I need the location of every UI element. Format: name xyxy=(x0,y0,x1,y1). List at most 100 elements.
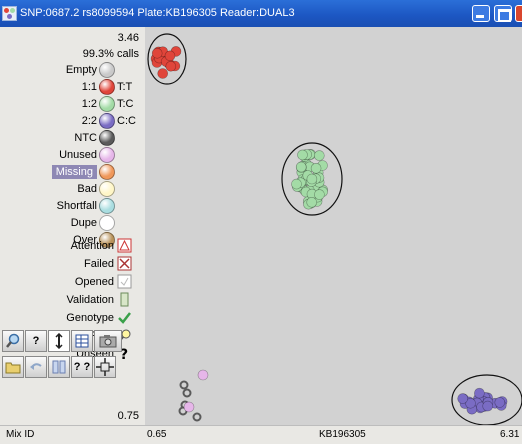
data-point-cc[interactable] xyxy=(457,393,469,404)
legend-item[interactable]: 1:2 T:C xyxy=(82,95,139,112)
warning-icon xyxy=(116,237,133,254)
legend-swatch-icon xyxy=(99,163,115,180)
mix-id-label: Mix ID xyxy=(6,429,35,440)
expand-icon xyxy=(96,358,114,376)
legend-label: Missing xyxy=(51,164,97,179)
open-button[interactable] xyxy=(2,356,24,378)
open-icon xyxy=(116,273,133,290)
legend-swatch-icon xyxy=(99,180,115,197)
legend-swatch-icon xyxy=(99,112,115,129)
plate-label: KB196305 xyxy=(319,429,366,440)
x-icon xyxy=(116,255,133,272)
data-point-cc[interactable] xyxy=(482,400,494,412)
data-point-tc[interactable] xyxy=(310,163,322,174)
legend-item[interactable]: Empty xyxy=(66,61,115,78)
legend-item[interactable]: 2:2 C:C xyxy=(82,112,139,129)
status-label: Attention xyxy=(70,239,114,252)
grid-icon xyxy=(75,334,89,348)
legend-item[interactable]: Unused xyxy=(59,146,115,163)
check-icon xyxy=(116,309,133,326)
scatter-plot[interactable] xyxy=(145,27,522,425)
x-min-label: 0.65 xyxy=(147,429,167,440)
grid-button[interactable] xyxy=(71,330,93,352)
status-item[interactable]: Failed xyxy=(84,255,133,272)
minimize-button[interactable] xyxy=(472,5,490,22)
cluster-plot[interactable] xyxy=(145,27,522,425)
zoom-icon xyxy=(6,333,20,348)
data-point-tt[interactable] xyxy=(165,60,177,72)
camera-button[interactable] xyxy=(94,330,122,352)
zoom-button[interactable] xyxy=(2,330,24,352)
status-bar: Mix ID 0.65 KB196305 6.31 xyxy=(0,425,522,444)
data-point-cc[interactable] xyxy=(494,397,506,408)
legend-item[interactable]: NTC xyxy=(74,129,115,146)
maximize-button[interactable] xyxy=(494,5,512,22)
legend-label: 1:1 xyxy=(81,80,97,93)
legend-swatch-icon xyxy=(99,214,115,231)
legend-item[interactable]: Bad xyxy=(77,180,115,197)
legend-label: 2:2 xyxy=(81,114,97,127)
data-point-tt[interactable] xyxy=(157,68,169,79)
legend-swatch-icon xyxy=(99,197,115,214)
legend-item[interactable]: Shortfall xyxy=(57,197,115,214)
legend-label: Shortfall xyxy=(56,199,97,212)
data-point-ntc[interactable] xyxy=(182,388,192,398)
status-item[interactable]: Opened xyxy=(75,273,133,290)
undo-icon xyxy=(30,363,42,370)
question-pair-icon: ? ? xyxy=(73,361,91,373)
data-point-ntc[interactable] xyxy=(192,412,202,422)
x-max-label: 6.31 xyxy=(500,429,520,440)
camera-icon xyxy=(99,335,117,348)
columns-button[interactable] xyxy=(48,356,70,378)
status-item[interactable]: Attention xyxy=(71,237,133,254)
legend-label: NTC xyxy=(74,131,97,144)
data-point-cc[interactable] xyxy=(474,387,485,399)
legend-label: Bad xyxy=(77,182,97,195)
close-button[interactable] xyxy=(515,5,522,22)
legend-item[interactable]: Dupe xyxy=(71,214,115,231)
legend-swatch-icon xyxy=(99,78,115,95)
threshold-value: 3.46 xyxy=(117,31,139,44)
legend-label: 1:2 xyxy=(81,97,97,110)
legend-swatch-icon xyxy=(99,61,115,78)
data-point-tc[interactable] xyxy=(291,178,302,190)
status-item[interactable]: Validation xyxy=(67,291,134,308)
status-label: Opened xyxy=(74,275,114,288)
scale-value: 0.75 xyxy=(117,409,139,422)
app-icon[interactable] xyxy=(2,6,17,21)
legend-swatch-icon xyxy=(99,146,115,163)
legend-genotype: C:C xyxy=(117,114,136,127)
help-icon: ? xyxy=(32,335,40,347)
status-label: Validation xyxy=(66,293,115,306)
data-point-tc[interactable] xyxy=(306,197,317,208)
legend-genotype: T:T xyxy=(117,80,133,93)
legend-item[interactable]: 1:1 T:T xyxy=(82,78,139,95)
legend-item[interactable]: Missing xyxy=(51,163,115,180)
call-rate: 99.3% calls xyxy=(82,47,139,60)
title-bar: SNP:0687.2 rs8099594 Plate:KB196305 Read… xyxy=(0,0,522,27)
data-point-tt[interactable] xyxy=(164,50,176,62)
status-label: Genotype xyxy=(66,311,114,324)
legend-label: Empty xyxy=(65,63,97,76)
data-point-tc[interactable] xyxy=(297,149,308,161)
sort-icon xyxy=(55,333,63,349)
sort-button[interactable] xyxy=(48,330,70,352)
undo-button[interactable] xyxy=(25,356,47,378)
help-button[interactable]: ? xyxy=(25,330,47,352)
window-title: SNP:0687.2 rs8099594 Plate:KB196305 Read… xyxy=(20,7,295,19)
question-pair-button[interactable]: ? ? xyxy=(71,356,93,378)
data-point-ntc[interactable] xyxy=(179,380,189,390)
status-item[interactable]: Genotype xyxy=(66,309,133,326)
data-point-tc[interactable] xyxy=(314,150,325,161)
data-point-tc[interactable] xyxy=(306,173,318,185)
legend-genotype: T:C xyxy=(117,97,134,110)
expand-button[interactable] xyxy=(94,356,116,378)
data-point-tc[interactable] xyxy=(295,161,307,173)
data-point-tt[interactable] xyxy=(151,47,163,59)
legend-swatch-icon xyxy=(99,129,115,146)
data-point-unused[interactable] xyxy=(197,369,209,381)
legend-label: Unused xyxy=(59,148,97,161)
data-point-tc[interactable] xyxy=(314,189,325,200)
columns-icon xyxy=(52,360,66,374)
data-point-unused[interactable] xyxy=(183,401,195,413)
